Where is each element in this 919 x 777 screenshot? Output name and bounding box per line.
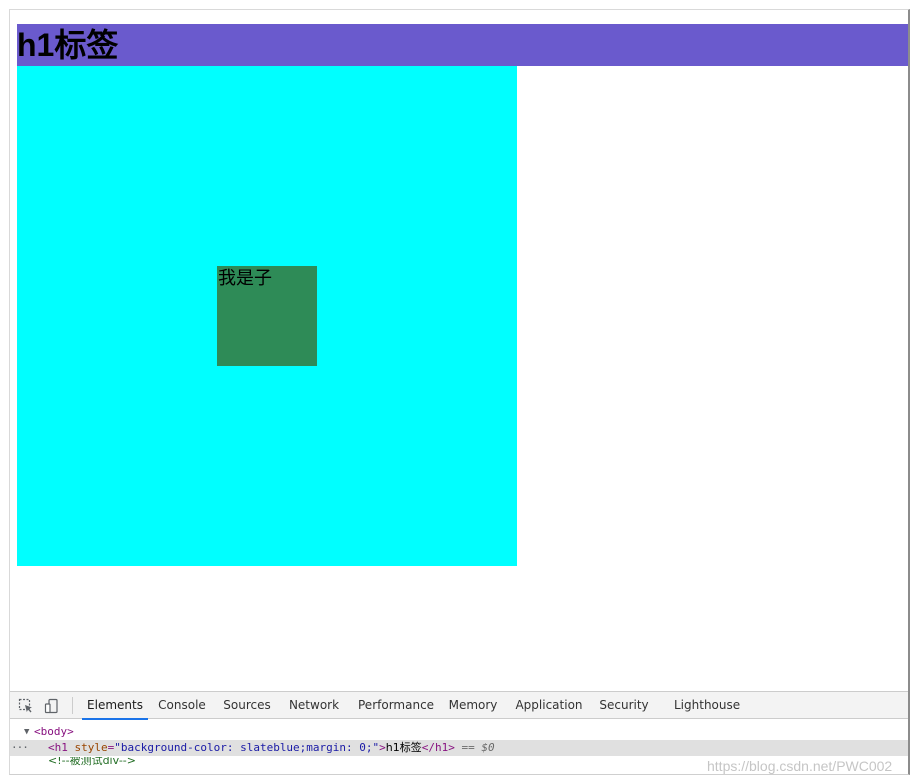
comment-text: <!--被测试div--> xyxy=(48,757,136,767)
tab-application[interactable]: Application xyxy=(515,692,583,719)
child-div: 我是子 xyxy=(217,266,317,366)
h1-node-text: h1标签 xyxy=(385,741,422,754)
toolbar-divider xyxy=(72,697,73,714)
attr-value: "background-color: slateblue;margin: 0;" xyxy=(114,741,380,754)
tab-performance[interactable]: Performance xyxy=(358,692,434,719)
more-actions-icon[interactable]: ··· xyxy=(11,740,29,756)
expand-triangle-icon[interactable]: ▼ xyxy=(24,724,29,740)
h1-node-markup: <h1 style="background-color: slateblue;m… xyxy=(48,741,495,754)
body-tag: <body> xyxy=(34,725,74,738)
tab-network[interactable]: Network xyxy=(288,692,340,719)
dom-node-h1-selected[interactable]: ··· <h1 style="background-color: slatebl… xyxy=(10,740,908,756)
inspect-element-icon[interactable] xyxy=(18,698,34,714)
parent-div: 我是子 xyxy=(17,66,517,566)
tab-security[interactable]: Security xyxy=(599,692,649,719)
tab-sources[interactable]: Sources xyxy=(222,692,272,719)
tab-console[interactable]: Console xyxy=(156,692,208,719)
h1-close-tag: </h1> xyxy=(421,741,455,754)
page-viewport: h1标签 我是子 xyxy=(10,10,908,691)
console-ref: == $0 xyxy=(461,741,495,754)
dom-node-body[interactable]: ▼ <body> xyxy=(10,724,908,740)
h1-heading: h1标签 xyxy=(17,24,908,66)
attr-name: style xyxy=(74,741,108,754)
device-toolbar-icon[interactable] xyxy=(44,698,60,714)
browser-frame: h1标签 我是子 Elements Console Sources Networ… xyxy=(9,9,910,775)
h1-open-close: > xyxy=(379,741,386,754)
watermark: https://blog.csdn.net/PWC002 xyxy=(707,758,893,774)
h1-open-tag: <h1 xyxy=(48,741,68,754)
tab-lighthouse[interactable]: Lighthouse xyxy=(674,692,740,719)
tab-elements[interactable]: Elements xyxy=(82,692,148,720)
devtools-toolbar: Elements Console Sources Network Perform… xyxy=(10,691,908,720)
devtools-panel: Elements Console Sources Network Perform… xyxy=(10,691,908,774)
tab-memory[interactable]: Memory xyxy=(447,692,499,719)
